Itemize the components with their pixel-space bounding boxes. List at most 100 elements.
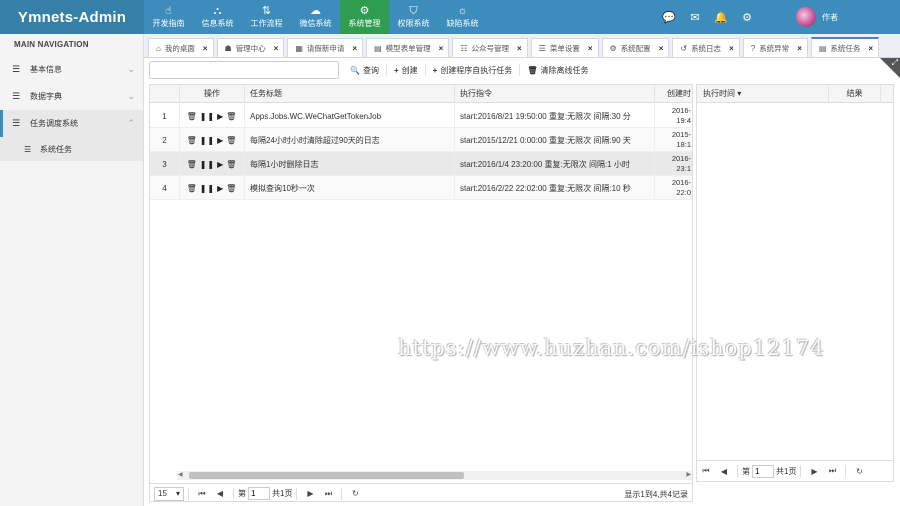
close-icon[interactable]: × xyxy=(203,44,208,53)
module-wechat[interactable]: ☁ 微信系统 xyxy=(291,0,340,34)
column-header-created[interactable]: 创建时 xyxy=(655,85,692,103)
column-header-command[interactable]: 执行指令 xyxy=(455,85,655,103)
tab-label: 我的桌面 xyxy=(164,43,195,53)
close-icon[interactable]: × xyxy=(517,44,522,53)
tab-system-tasks[interactable]: ▤ 系统任务 × xyxy=(810,37,880,57)
module-defects[interactable]: ☼ 缺陷系统 xyxy=(438,0,487,34)
play-icon[interactable]: ▶ xyxy=(217,112,224,121)
close-icon[interactable]: × xyxy=(729,44,734,53)
next-page-icon[interactable]: ▶ xyxy=(301,489,319,498)
chat-bubble-icon[interactable]: 💬 xyxy=(656,11,682,24)
envelope-icon[interactable]: ✉ xyxy=(682,11,708,24)
gears-icon[interactable]: ⚙ xyxy=(734,11,760,24)
avatar[interactable] xyxy=(796,7,816,27)
sidebar-item-task-scheduling[interactable]: ☰ 任务调度系统 ⌃ xyxy=(0,110,143,137)
trash-icon[interactable]: 🗑 xyxy=(226,136,237,145)
close-icon[interactable]: × xyxy=(588,44,593,53)
top-navbar: Ymnets-Admin ☝ 开发指南 ⛬ 信息系统 ⇅ 工作流程 ☁ 微信系统… xyxy=(0,0,900,34)
close-icon[interactable]: × xyxy=(439,44,444,53)
first-page-icon[interactable]: ⏮ xyxy=(193,489,211,499)
user-name[interactable]: 作者 xyxy=(822,12,838,23)
tab-system-log[interactable]: ↺ 系统日志 × xyxy=(672,38,740,57)
search-button[interactable]: 🔍 查询 xyxy=(343,64,387,76)
module-info-system[interactable]: ⛬ 信息系统 xyxy=(193,0,242,34)
last-page-icon[interactable]: ⏭ xyxy=(319,489,337,499)
question-icon: ? xyxy=(750,43,756,53)
tab-system-config[interactable]: ⚙ 系统配置 × xyxy=(601,38,670,57)
create-button[interactable]: + 创建 xyxy=(387,64,426,76)
task-command: start:2015/12/21 0:00:00 重复:无限次 间隔:90 天 xyxy=(455,128,655,152)
trash-icon[interactable]: 🗑 xyxy=(226,160,237,169)
first-page-icon[interactable]: ⏮ xyxy=(697,466,715,476)
pause-icon[interactable]: ❚❚ xyxy=(200,136,215,145)
bell-icon[interactable]: 🔔 xyxy=(708,11,734,24)
wechat-icon: ☁ xyxy=(310,5,321,17)
clear-offline-tasks-button[interactable]: 🗑 清除离线任务 xyxy=(520,64,595,76)
module-system-admin[interactable]: ⚙ 系统管理 xyxy=(340,0,389,34)
scroll-right-icon[interactable]: ▶ xyxy=(686,471,691,478)
horizontal-scrollbar[interactable]: ◀ ▶ xyxy=(177,471,692,480)
delete-icon[interactable]: 🗑 xyxy=(187,160,198,169)
delete-icon[interactable]: 🗑 xyxy=(187,112,198,121)
close-icon[interactable]: × xyxy=(659,44,664,53)
task-created: 2016- 22:0 xyxy=(655,176,692,200)
search-input[interactable] xyxy=(149,61,339,79)
tab-my-desktop[interactable]: ⌂ 我的桌面 × xyxy=(148,38,214,57)
trash-icon[interactable]: 🗑 xyxy=(226,112,237,121)
table-row[interactable]: 2 🗑 ❚❚ ▶ 🗑 每隔24小时小时清除超过90天的日志 start:2015… xyxy=(150,128,692,152)
prev-page-icon[interactable]: ◀ xyxy=(211,489,229,498)
pause-icon[interactable]: ❚❚ xyxy=(200,160,215,169)
table-row[interactable]: 4 🗑 ❚❚ ▶ 🗑 模拟查询10秒一次 start:2016/2/22 22:… xyxy=(150,176,692,200)
created-date: 2016- xyxy=(671,178,691,187)
sidebar-item-basic-info[interactable]: ☰ 基本信息 ⌄ xyxy=(0,56,143,83)
close-icon[interactable]: × xyxy=(797,44,802,53)
sidebar-subitem-system-tasks[interactable]: ☰ 系统任务 xyxy=(0,137,143,161)
close-icon[interactable]: × xyxy=(274,44,279,53)
bank-icon: ☗ xyxy=(224,43,232,53)
last-page-icon[interactable]: ⏭ xyxy=(823,466,841,476)
delete-icon[interactable]: 🗑 xyxy=(187,184,198,193)
play-icon[interactable]: ▶ xyxy=(217,160,224,169)
page-size-select[interactable]: 15 ▾ xyxy=(154,486,184,501)
column-header-actions[interactable]: 操作 xyxy=(180,85,245,103)
column-header-exec-time[interactable]: 执行时间 ▾ xyxy=(697,85,829,103)
table-row[interactable]: 1 🗑 ❚❚ ▶ 🗑 Apps.Jobs.WC.WeChatGetTokenJo… xyxy=(150,104,692,128)
tab-official-accounts[interactable]: ☷ 公众号管理 × xyxy=(452,38,528,57)
tab-management-center[interactable]: ☗ 管理中心 × xyxy=(216,38,285,57)
create-self-exec-task-button[interactable]: + 创建程序自执行任务 xyxy=(426,64,521,76)
sidebar: MAIN NAVIGATION ☰ 基本信息 ⌄ ☰ 数据字典 ⌄ ☰ 任务调度… xyxy=(0,34,144,506)
page-number-input[interactable] xyxy=(248,487,270,500)
close-icon[interactable]: × xyxy=(868,44,873,53)
close-icon[interactable]: × xyxy=(352,44,357,53)
scrollbar-thumb[interactable] xyxy=(189,472,464,479)
delete-icon[interactable]: 🗑 xyxy=(187,136,198,145)
pause-icon[interactable]: ❚❚ xyxy=(200,184,215,193)
scroll-left-icon[interactable]: ◀ xyxy=(178,471,183,478)
column-header-result[interactable]: 结果 xyxy=(829,85,881,103)
log-grid-header: 执行时间 ▾ 结果 xyxy=(697,85,893,103)
module-dev-guide[interactable]: ☝ 开发指南 xyxy=(144,0,193,34)
tab-menu-settings[interactable]: ☰ 菜单设置 × xyxy=(530,38,599,57)
brand-logo[interactable]: Ymnets-Admin xyxy=(0,0,144,34)
play-icon[interactable]: ▶ xyxy=(217,184,224,193)
table-row[interactable]: 3 🗑 ❚❚ ▶ 🗑 每隔1小时删除日志 start:2016/1/4 23:2… xyxy=(150,152,692,176)
sidebar-item-data-dictionary[interactable]: ☰ 数据字典 ⌄ xyxy=(0,83,143,110)
trash-icon[interactable]: 🗑 xyxy=(226,184,237,193)
page-number-input[interactable] xyxy=(752,464,774,478)
column-header-title[interactable]: 任务标题 xyxy=(245,85,455,103)
list-icon: ☰ xyxy=(12,118,21,128)
tab-system-exceptions[interactable]: ? 系统异常 × xyxy=(742,38,808,57)
prev-page-icon[interactable]: ◀ xyxy=(715,467,733,476)
play-icon[interactable]: ▶ xyxy=(217,136,224,145)
module-workflow[interactable]: ⇅ 工作流程 xyxy=(242,0,291,34)
tab-model-forms[interactable]: ▤ 模型表单管理 × xyxy=(366,38,450,57)
plus-icon: + xyxy=(432,65,438,75)
refresh-icon[interactable]: ↻ xyxy=(850,467,868,476)
button-label: 清除离线任务 xyxy=(540,65,589,75)
pause-icon[interactable]: ❚❚ xyxy=(200,112,215,121)
created-date: 2015- xyxy=(671,130,691,139)
module-permissions[interactable]: ⛉ 权限系统 xyxy=(389,0,438,34)
tab-leave-request[interactable]: ▦ 请假新申请 × xyxy=(287,38,364,57)
refresh-icon[interactable]: ↻ xyxy=(346,489,364,498)
next-page-icon[interactable]: ▶ xyxy=(805,467,823,476)
